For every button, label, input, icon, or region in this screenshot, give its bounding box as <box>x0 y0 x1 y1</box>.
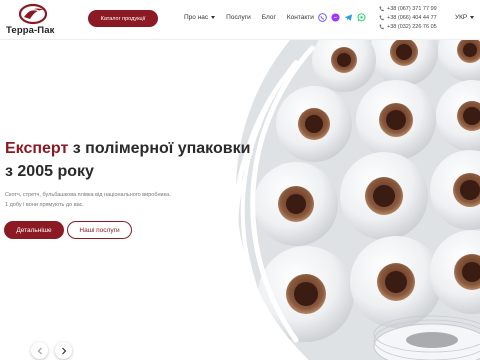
phone-row[interactable]: +38 (066) 404 44 77 <box>379 14 437 22</box>
headline-line2: з 2005 року <box>5 163 94 180</box>
phone-icon <box>379 24 384 29</box>
nav-about[interactable]: Про нас <box>184 14 216 21</box>
phone-list: +38 (067) 371 77 99 +38 (066) 404 44 77 … <box>379 5 437 31</box>
headline-line1: з полімерної упаковки <box>68 140 251 157</box>
phone-row[interactable]: +38 (067) 371 77 99 <box>379 5 437 13</box>
chevron-down-icon <box>211 16 216 19</box>
headline-accent: Експерт <box>5 140 69 157</box>
film-rolls-illustration <box>236 40 480 360</box>
main-nav: Про нас Послуги Блог Контакти <box>184 14 314 21</box>
description-line: Скотч, стретч, бульбашкова плівка від на… <box>5 192 171 198</box>
hero-headline: Експерт з полімерної упаковки з 2005 рок… <box>5 137 285 183</box>
nav-blog[interactable]: Блог <box>262 14 276 21</box>
telegram-icon[interactable] <box>344 13 353 22</box>
phone-number: +38 (032) 226 76 05 <box>387 23 437 30</box>
slider-next-button[interactable] <box>55 342 72 359</box>
nav-contacts-label: Контакти <box>286 14 314 21</box>
chevron-down-icon <box>470 16 475 19</box>
phone-icon <box>379 15 384 21</box>
chevron-left-icon <box>37 347 42 354</box>
film-roll <box>276 86 352 162</box>
logo[interactable]: Терра-Пак <box>6 3 58 39</box>
nav-blog-label: Блог <box>261 14 276 21</box>
slider-prev-button[interactable] <box>31 342 48 359</box>
film-roll <box>340 152 428 240</box>
language-switcher[interactable]: УКР <box>455 14 475 21</box>
services-button[interactable]: Наші послуги <box>67 221 132 239</box>
logo-text: Терра-Пак <box>6 25 55 36</box>
nav-services[interactable]: Послуги <box>226 14 251 21</box>
messenger-icon[interactable] <box>331 13 340 22</box>
film-roll <box>356 80 436 160</box>
whatsapp-icon[interactable] <box>357 13 366 22</box>
messenger-links <box>318 13 366 22</box>
logo-mark-icon <box>18 3 48 25</box>
phone-number: +38 (067) 371 77 99 <box>387 6 437 12</box>
language-label: УКР <box>455 14 468 21</box>
viber-icon[interactable] <box>318 13 327 22</box>
site-header: Терра-Пак Каталог продукції Про нас Посл… <box>0 0 480 40</box>
chevron-right-icon <box>61 347 66 354</box>
film-roll <box>350 236 442 328</box>
nav-about-label: Про нас <box>184 14 209 21</box>
details-button[interactable]: Детальніше <box>4 221 64 239</box>
description-line: 1 добу і вони прямують до вас. <box>5 201 84 208</box>
nav-contacts[interactable]: Контакти <box>287 14 314 21</box>
hero-image <box>236 40 480 360</box>
phone-icon <box>379 6 384 12</box>
catalog-button[interactable]: Каталог продукції <box>88 10 158 27</box>
nav-services-label: Послуги <box>226 14 251 21</box>
phone-row[interactable]: +38 (032) 226 76 05 <box>379 23 437 31</box>
hero-description: Скотч, стретч, бульбашкова плівка від на… <box>5 191 235 210</box>
phone-number: +38 (066) 404 44 77 <box>387 14 437 21</box>
